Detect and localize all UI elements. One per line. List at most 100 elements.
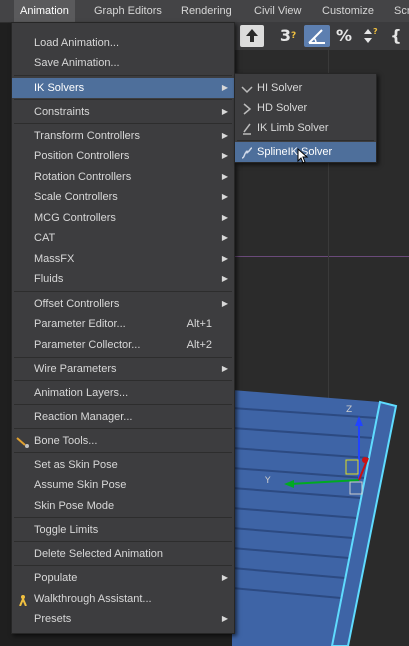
menu-item-label: Animation Layers... bbox=[34, 387, 129, 399]
menu-item-label: Reaction Manager... bbox=[34, 411, 133, 423]
submenu-arrow-icon: ▶ bbox=[221, 131, 228, 140]
submenu-item-ik-limb-solver[interactable]: IK Limb Solver bbox=[235, 118, 376, 138]
menu-item-label: Save Animation... bbox=[34, 57, 120, 69]
menu-item-wire-parameters[interactable]: Wire Parameters ▶ bbox=[12, 359, 234, 379]
menu-separator bbox=[14, 404, 232, 405]
menu-item-load-animation[interactable]: Load Animation... bbox=[12, 33, 234, 53]
submenu-arrow-icon: ▶ bbox=[221, 107, 228, 116]
menu-item-position-controllers[interactable]: Position Controllers ▶ bbox=[12, 146, 234, 166]
svg-text:?: ? bbox=[373, 27, 378, 36]
menu-item-label: Fluids bbox=[34, 273, 64, 285]
menu-item-label: IK Solvers bbox=[34, 82, 85, 94]
menu-item-label: Presets bbox=[34, 613, 72, 625]
bracket-icon[interactable]: { bbox=[388, 25, 404, 47]
menu-separator bbox=[14, 357, 232, 358]
angle-snap-icon[interactable] bbox=[304, 25, 330, 47]
menu-item-label: Set as Skin Pose bbox=[34, 459, 118, 471]
menu-customize[interactable]: Customize bbox=[322, 0, 374, 22]
menu-item-parameter-editor[interactable]: Parameter Editor... Alt+1 bbox=[12, 314, 234, 334]
submenu-arrow-icon: ▶ bbox=[221, 299, 228, 308]
submenu-arrow-icon: ▶ bbox=[221, 573, 228, 582]
menu-graph-editors[interactable]: Graph Editors bbox=[94, 0, 162, 22]
menu-item-skin-pose-mode[interactable]: Skin Pose Mode bbox=[12, 496, 234, 516]
menu-item-scale-controllers[interactable]: Scale Controllers ▶ bbox=[12, 187, 234, 207]
menu-item-toggle-limits[interactable]: Toggle Limits bbox=[12, 520, 234, 540]
shortcut-label: Alt+2 bbox=[186, 339, 212, 351]
menu-item-save-animation[interactable]: Save Animation... bbox=[12, 53, 234, 73]
menu-separator bbox=[237, 140, 374, 141]
menu-item-label: Populate bbox=[34, 572, 78, 584]
menu-item-animation-layers[interactable]: Animation Layers... bbox=[12, 383, 234, 403]
menu-item-bone-tools[interactable]: Bone Tools... bbox=[12, 431, 234, 451]
submenu-arrow-icon: ▶ bbox=[221, 213, 228, 222]
menu-item-assume-skin-pose[interactable]: Assume Skin Pose bbox=[12, 475, 234, 495]
percent-snap-icon[interactable]: % bbox=[333, 25, 355, 47]
menu-item-label: Toggle Limits bbox=[34, 524, 99, 536]
menu-item-populate[interactable]: Populate ▶ bbox=[12, 568, 234, 588]
snaps-toggle-icon[interactable]: 3? bbox=[274, 25, 302, 47]
menu-item-label: Constraints bbox=[34, 106, 90, 118]
submenu-arrow-icon: ▶ bbox=[221, 192, 228, 201]
menu-item-fluids[interactable]: Fluids ▶ bbox=[12, 269, 234, 289]
menu-item-offset-controllers[interactable]: Offset Controllers ▶ bbox=[12, 294, 234, 314]
mouse-cursor-icon bbox=[297, 147, 309, 167]
menu-separator bbox=[14, 380, 232, 381]
menu-civil-view[interactable]: Civil View bbox=[254, 0, 301, 22]
menu-item-label: Delete Selected Animation bbox=[34, 548, 164, 560]
submenu-arrow-icon: ▶ bbox=[221, 254, 228, 263]
submenu-arrow-icon: ▶ bbox=[221, 364, 228, 373]
svg-text:Y: Y bbox=[264, 476, 271, 486]
submenu-item-hi-solver[interactable]: HI Solver bbox=[235, 78, 376, 98]
menu-item-label: Rotation Controllers bbox=[34, 171, 132, 183]
menu-animation[interactable]: Animation bbox=[14, 0, 75, 22]
walkthrough-icon bbox=[16, 593, 30, 607]
menu-item-constraints[interactable]: Constraints ▶ bbox=[12, 102, 234, 122]
menu-item-label: Wire Parameters bbox=[34, 363, 117, 375]
menu-item-label: Transform Controllers bbox=[34, 130, 140, 142]
menu-separator bbox=[14, 75, 232, 76]
menu-rendering[interactable]: Rendering bbox=[181, 0, 232, 22]
menu-item-walkthrough-assistant[interactable]: Walkthrough Assistant... bbox=[12, 589, 234, 609]
menu-item-ik-solvers[interactable]: IK Solvers ▶ bbox=[12, 78, 234, 98]
menu-item-massfx[interactable]: MassFX ▶ bbox=[12, 249, 234, 269]
menu-separator bbox=[14, 541, 232, 542]
submenu-item-label: HD Solver bbox=[257, 102, 308, 114]
menu-item-label: Load Animation... bbox=[34, 37, 120, 49]
select-link-icon[interactable] bbox=[240, 25, 264, 47]
spinner-snap-icon[interactable]: ? bbox=[356, 25, 380, 47]
menu-separator bbox=[14, 452, 232, 453]
menu-item-delete-selected-animation[interactable]: Delete Selected Animation bbox=[12, 544, 234, 564]
menu-item-parameter-collector[interactable]: Parameter Collector... Alt+2 bbox=[12, 335, 234, 355]
submenu-item-label: IK Limb Solver bbox=[257, 122, 329, 134]
hd-solver-icon bbox=[241, 102, 253, 115]
ik-limb-solver-icon bbox=[241, 122, 253, 135]
submenu-item-label: HI Solver bbox=[257, 82, 303, 94]
menu-item-cat[interactable]: CAT ▶ bbox=[12, 228, 234, 248]
menu-item-label: Parameter Collector... bbox=[34, 339, 141, 351]
menu-item-set-as-skin-pose[interactable]: Set as Skin Pose bbox=[12, 455, 234, 475]
menu-item-reaction-manager[interactable]: Reaction Manager... bbox=[12, 407, 234, 427]
menu-item-label: Assume Skin Pose bbox=[34, 479, 127, 491]
menu-item-label: CAT bbox=[34, 232, 56, 244]
menu-separator bbox=[14, 99, 232, 100]
menu-item-mcg-controllers[interactable]: MCG Controllers ▶ bbox=[12, 208, 234, 228]
menu-separator bbox=[14, 517, 232, 518]
menu-scripting[interactable]: Scr bbox=[394, 0, 409, 22]
bone-tools-icon bbox=[16, 435, 30, 448]
submenu-item-label: SplineIK Solver bbox=[257, 146, 333, 158]
menu-separator bbox=[14, 291, 232, 292]
submenu-arrow-icon: ▶ bbox=[221, 172, 228, 181]
menu-item-label: MassFX bbox=[34, 253, 75, 265]
submenu-item-hd-solver[interactable]: HD Solver bbox=[235, 98, 376, 118]
menu-item-presets[interactable]: Presets ▶ bbox=[12, 609, 234, 629]
menu-item-rotation-controllers[interactable]: Rotation Controllers ▶ bbox=[12, 167, 234, 187]
animation-menu: Load Animation... Save Animation... IK S… bbox=[11, 22, 235, 634]
menu-item-label: Scale Controllers bbox=[34, 191, 118, 203]
submenu-arrow-icon: ▶ bbox=[221, 274, 228, 283]
menu-item-label: Walkthrough Assistant... bbox=[34, 593, 152, 605]
submenu-arrow-icon: ▶ bbox=[221, 151, 228, 160]
menu-item-transform-controllers[interactable]: Transform Controllers ▶ bbox=[12, 126, 234, 146]
menu-item-label: Skin Pose Mode bbox=[34, 500, 115, 512]
shortcut-label: Alt+1 bbox=[186, 318, 212, 330]
menubar: Animation Graph Editors Rendering Civil … bbox=[0, 0, 409, 23]
